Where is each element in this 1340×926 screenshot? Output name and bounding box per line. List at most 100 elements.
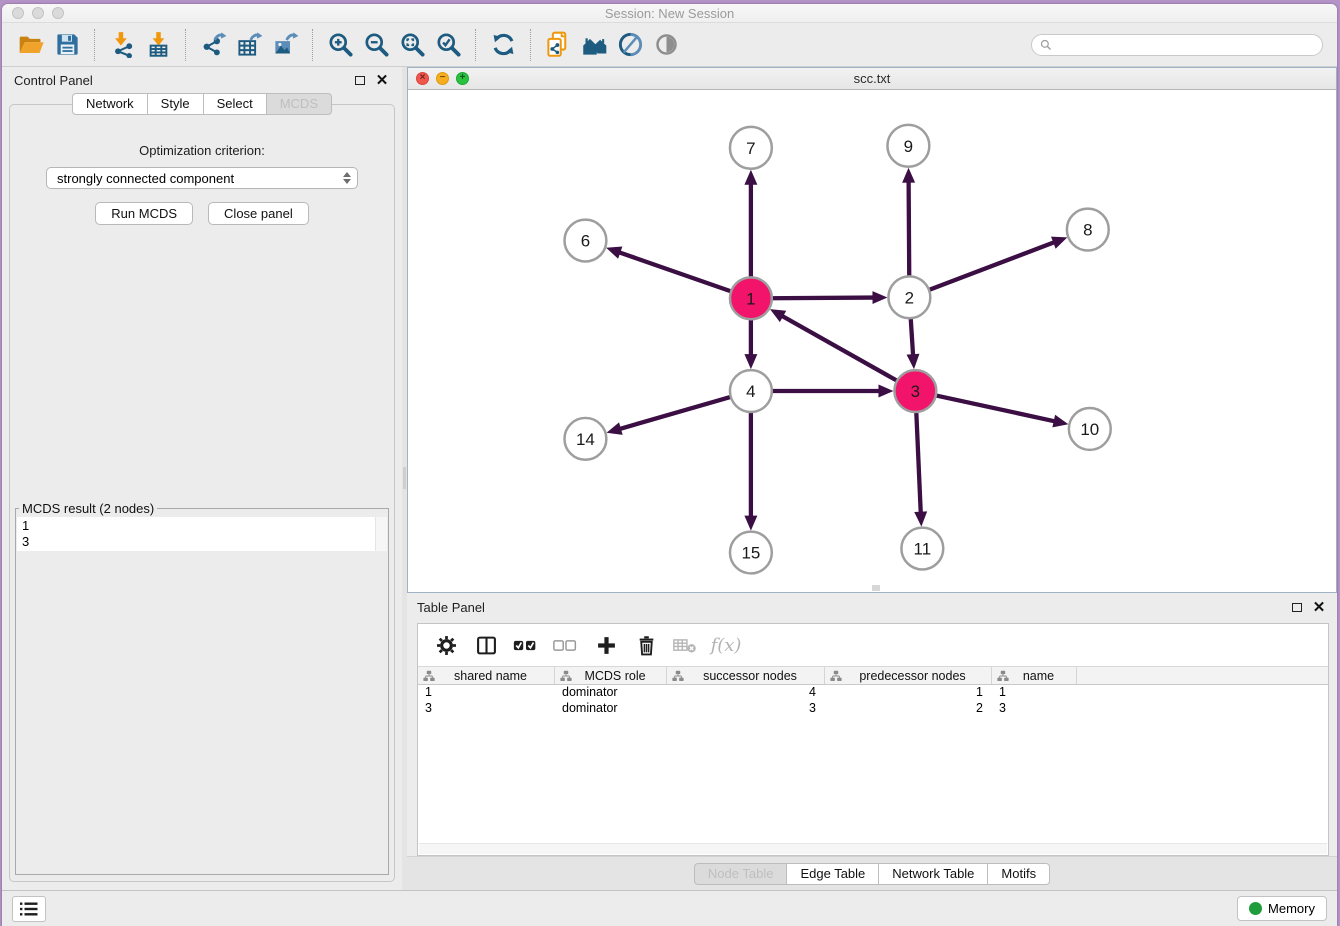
tab-node-table[interactable]: Node Table: [694, 863, 788, 885]
graph-edge-2-3[interactable]: [911, 315, 914, 355]
import-network-button[interactable]: [104, 27, 140, 63]
table-row[interactable]: 3dominator323: [418, 701, 1328, 717]
export-image-button[interactable]: [267, 27, 303, 63]
clone-network-button[interactable]: [540, 27, 576, 63]
table-cell[interactable]: 3: [992, 701, 1077, 717]
table-cell[interactable]: 3: [667, 701, 825, 717]
toolbar-separator: [185, 29, 186, 61]
tab-motifs[interactable]: Motifs: [988, 863, 1050, 885]
tab-edge-table[interactable]: Edge Table: [787, 863, 879, 885]
zoom-fit-button[interactable]: [394, 27, 430, 63]
float-panel-icon[interactable]: [352, 72, 368, 88]
search-field[interactable]: [1031, 34, 1323, 56]
canvas-resize-grip[interactable]: [872, 585, 880, 591]
table-cell[interactable]: 1: [825, 685, 992, 701]
search-icon: [1040, 39, 1052, 51]
close-table-panel-icon[interactable]: ✕: [1311, 599, 1327, 615]
refresh-button[interactable]: [485, 27, 521, 63]
graph-edge-3-1[interactable]: [782, 316, 900, 382]
search-input[interactable]: [1057, 37, 1314, 52]
zoom-selected-button[interactable]: [430, 27, 466, 63]
tab-style[interactable]: Style: [148, 93, 204, 115]
column-header-shared-name[interactable]: shared name: [418, 667, 555, 684]
table-tab-strip: Node TableEdge TableNetwork TableMotifs: [407, 856, 1337, 890]
zoom-selected-icon: [435, 31, 462, 58]
network-canvas[interactable]: 7968124314101511: [408, 90, 1336, 592]
graph-edge-1-2[interactable]: [769, 297, 874, 298]
close-panel-icon[interactable]: ✕: [374, 72, 390, 88]
mcds-result-area[interactable]: 1 3: [17, 517, 387, 551]
style-button[interactable]: [612, 27, 648, 63]
delete-table-button[interactable]: [672, 631, 700, 659]
tab-mcds[interactable]: MCDS: [267, 93, 332, 115]
table-toolbar: f(x): [418, 624, 1328, 666]
hierarchy-icon: [997, 670, 1009, 682]
graph-edge-4-14[interactable]: [620, 396, 734, 429]
table-row[interactable]: 1dominator411: [418, 685, 1328, 701]
graph-edge-2-8[interactable]: [926, 242, 1054, 291]
home-button[interactable]: [576, 27, 612, 63]
minimize-network-button[interactable]: −: [436, 72, 449, 85]
zoom-in-button[interactable]: [322, 27, 358, 63]
import-table-button[interactable]: [140, 27, 176, 63]
criterion-select[interactable]: strongly connected component: [46, 167, 358, 189]
close-panel-button[interactable]: Close panel: [208, 202, 309, 225]
export-image-icon: [272, 31, 299, 58]
memory-button[interactable]: Memory: [1237, 896, 1327, 921]
tab-network-table[interactable]: Network Table: [879, 863, 988, 885]
save-session-button[interactable]: [49, 27, 85, 63]
status-bar: Memory: [2, 890, 1337, 926]
panel-splitter[interactable]: [402, 67, 407, 890]
hierarchy-icon: [672, 670, 684, 682]
close-network-button[interactable]: ×: [416, 72, 429, 85]
float-table-panel-icon[interactable]: [1289, 599, 1305, 615]
graph-node-label: 10: [1080, 420, 1099, 439]
table-cell[interactable]: 1: [992, 685, 1077, 701]
column-header-MCDS-role[interactable]: MCDS role: [555, 667, 667, 684]
graph-edge-2-9[interactable]: [909, 181, 910, 279]
network-graph: 7968124314101511: [408, 90, 1336, 592]
deselect-all-button[interactable]: [552, 631, 580, 659]
select-all-button[interactable]: [512, 631, 540, 659]
table-cell[interactable]: 4: [667, 685, 825, 701]
graph-edge-3-10[interactable]: [933, 394, 1055, 420]
column-header-name[interactable]: name: [992, 667, 1077, 684]
task-history-button[interactable]: [12, 896, 46, 922]
graph-edge-3-11[interactable]: [916, 409, 921, 513]
table-cell[interactable]: 2: [825, 701, 992, 717]
split-view-button[interactable]: [472, 631, 500, 659]
graph-node-label: 8: [1083, 220, 1092, 239]
optimization-criterion-label: Optimization criterion:: [10, 143, 394, 158]
column-header-successor-nodes[interactable]: successor nodes: [667, 667, 825, 684]
network-window-titlebar: × − + scc.txt: [408, 68, 1336, 90]
function-builder-button[interactable]: f(x): [712, 631, 740, 659]
run-mcds-button[interactable]: Run MCDS: [95, 202, 193, 225]
export-table-button[interactable]: [231, 27, 267, 63]
zoom-fit-icon: [399, 31, 426, 58]
result-scrollbar[interactable]: [375, 517, 387, 551]
graph-edge-1-6[interactable]: [619, 252, 734, 292]
table-settings-button[interactable]: [432, 631, 460, 659]
mcds-tab-pane: Optimization criterion: strongly connect…: [9, 104, 395, 882]
column-header-predecessor-nodes[interactable]: predecessor nodes: [825, 667, 992, 684]
save-icon: [54, 31, 81, 58]
maximize-network-button[interactable]: +: [456, 72, 469, 85]
table-cell[interactable]: dominator: [555, 701, 667, 717]
home-icon: [581, 31, 608, 58]
table-cell[interactable]: 1: [418, 685, 555, 701]
tab-network[interactable]: Network: [72, 93, 148, 115]
tab-select[interactable]: Select: [204, 93, 267, 115]
open-session-button[interactable]: [13, 27, 49, 63]
table-cell[interactable]: 3: [418, 701, 555, 717]
hierarchy-icon: [423, 670, 435, 682]
zoom-out-icon: [363, 31, 390, 58]
export-network-button[interactable]: [195, 27, 231, 63]
zoom-out-button[interactable]: [358, 27, 394, 63]
table-cell[interactable]: dominator: [555, 685, 667, 701]
delete-row-button[interactable]: [632, 631, 660, 659]
graph-node-label: 14: [576, 429, 595, 448]
table-horizontal-scrollbar[interactable]: [419, 843, 1327, 854]
add-row-button[interactable]: [592, 631, 620, 659]
hide-button[interactable]: [648, 27, 684, 63]
zoom-in-icon: [327, 31, 354, 58]
